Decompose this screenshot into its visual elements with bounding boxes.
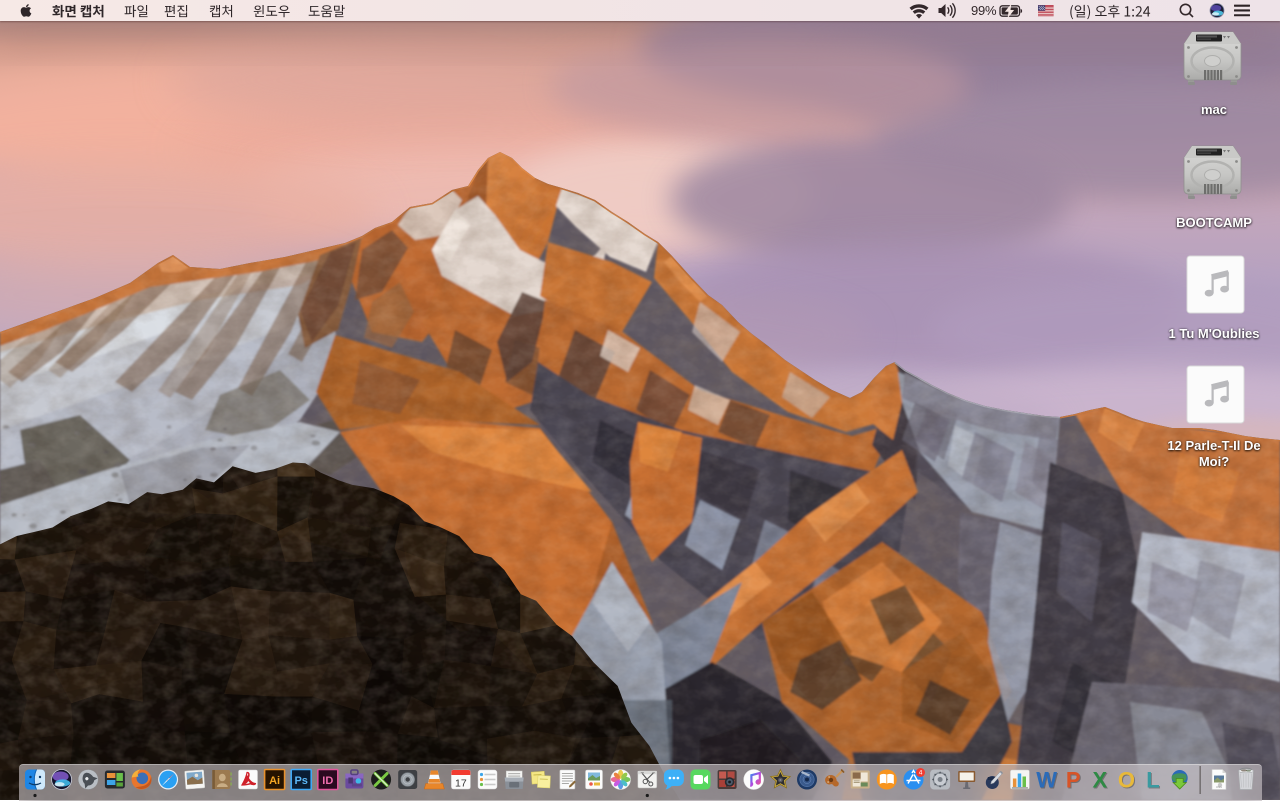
svg-text:P: P bbox=[1066, 768, 1081, 793]
svg-text:W: W bbox=[1036, 768, 1057, 793]
svg-text:Ai: Ai bbox=[269, 775, 280, 787]
svg-text:X: X bbox=[1092, 768, 1107, 793]
svg-text:ID: ID bbox=[322, 775, 333, 787]
svg-text:Ps: Ps bbox=[294, 775, 307, 787]
svg-text:L: L bbox=[1146, 768, 1159, 793]
svg-text:17: 17 bbox=[455, 778, 467, 790]
svg-text:4: 4 bbox=[919, 770, 923, 777]
svg-text:O: O bbox=[1118, 768, 1135, 793]
svg-text:JPEG: JPEG bbox=[1216, 786, 1222, 789]
